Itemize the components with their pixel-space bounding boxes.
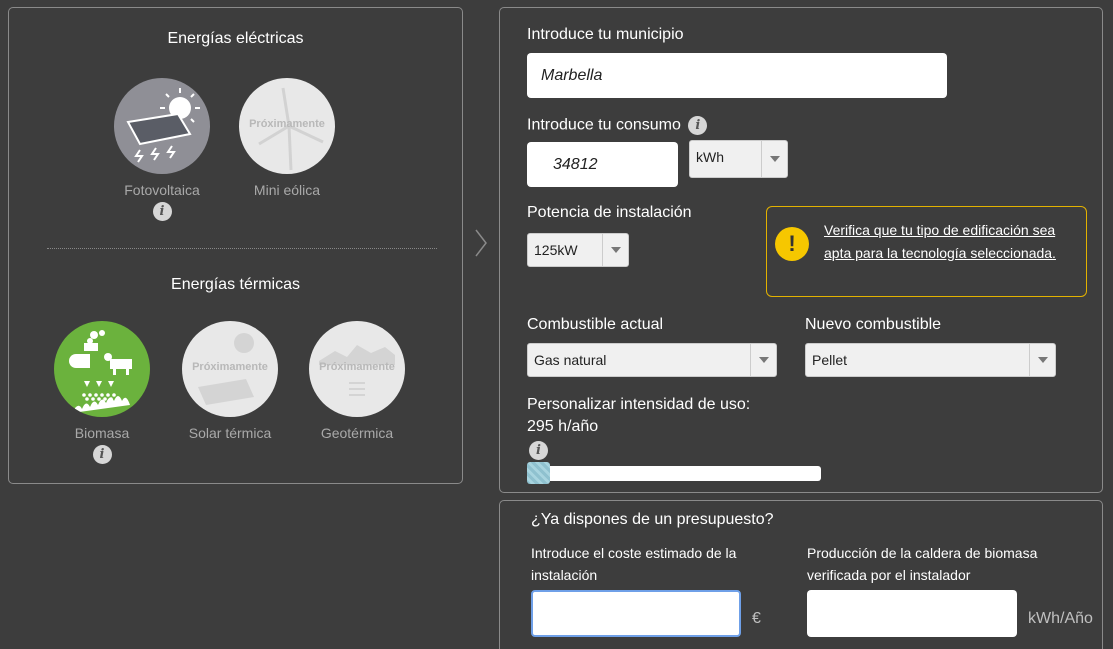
solar-panel-icon[interactable] xyxy=(114,78,210,174)
production-label: Producción de la caldera de biomasa veri… xyxy=(807,545,1038,583)
coming-soon-label: Próximamente xyxy=(192,361,268,373)
geothermal-icon[interactable]: Próximamente xyxy=(309,321,405,417)
building-warning: ! Verifica que tu tipo de edificación se… xyxy=(766,206,1087,297)
consumption-input[interactable]: 34812 xyxy=(527,142,678,187)
current-fuel-select[interactable]: Gas natural xyxy=(527,343,777,377)
budget-question: ¿Ya dispones de un presupuesto? xyxy=(531,511,774,528)
solar-thermal-icon[interactable]: Próximamente xyxy=(182,321,278,417)
chevron-down-icon xyxy=(761,141,787,177)
power-value: 125kW xyxy=(534,242,578,258)
warning-icon: ! xyxy=(775,227,809,261)
cost-label: Introduce el coste estimado de la instal… xyxy=(531,545,737,583)
current-fuel-value: Gas natural xyxy=(534,352,607,368)
new-fuel-label: Nuevo combustible xyxy=(805,316,942,333)
info-icon[interactable]: i xyxy=(152,202,172,221)
chevron-down-icon xyxy=(750,344,776,376)
new-fuel-value: Pellet xyxy=(812,352,848,368)
section-divider xyxy=(47,248,437,249)
chevron-right-icon xyxy=(475,229,487,257)
tech-label-solar-termica: Solar térmica xyxy=(188,425,272,441)
building-warning-link[interactable]: Verifica que tu tipo de edificación sea … xyxy=(824,219,1079,265)
technology-panel: Energías eléctricas Fotovoltaica i Próxi… xyxy=(8,7,463,484)
consumption-unit-value: kWh xyxy=(696,149,724,165)
tech-solar-termica[interactable]: Próximamente Solar térmica xyxy=(180,321,280,441)
thermal-energies-title: Energías térmicas xyxy=(171,276,300,293)
new-fuel-select[interactable]: Pellet xyxy=(805,343,1056,377)
info-icon[interactable]: i xyxy=(529,441,548,460)
intensity-slider-track[interactable] xyxy=(527,466,821,481)
production-unit: kWh/Año xyxy=(1028,610,1093,627)
coming-soon-label: Próximamente xyxy=(249,118,325,130)
cost-unit: € xyxy=(752,610,761,627)
power-select[interactable]: 125kW xyxy=(527,233,629,267)
chevron-down-icon xyxy=(602,234,628,266)
intensity-label: Personalizar intensidad de uso: xyxy=(527,396,751,413)
municipality-label: Introduce tu municipio xyxy=(527,26,684,43)
power-label: Potencia de instalación xyxy=(527,204,692,221)
consumption-unit-select[interactable]: kWh xyxy=(689,140,788,178)
current-fuel-label: Combustible actual xyxy=(527,316,664,333)
tech-geotermica[interactable]: Próximamente Geotérmica xyxy=(307,321,407,441)
tech-label-geotermica: Geotérmica xyxy=(320,425,394,441)
electric-energies-title: Energías eléctricas xyxy=(167,30,304,47)
cost-input[interactable] xyxy=(531,590,741,637)
chevron-down-icon xyxy=(1029,344,1055,376)
tech-mini-eolica[interactable]: Próximamente Mini eólica xyxy=(237,78,337,198)
tech-label-fotovoltaica: Fotovoltaica xyxy=(124,182,200,198)
info-icon[interactable]: i xyxy=(688,116,708,135)
production-input[interactable] xyxy=(807,590,1017,637)
consumption-label-text: Introduce tu consumo xyxy=(527,116,681,134)
tech-label-biomasa: Biomasa xyxy=(74,425,130,441)
intensity-slider-handle[interactable] xyxy=(527,462,550,484)
biomass-icon[interactable] xyxy=(54,321,150,417)
tech-fotovoltaica[interactable]: Fotovoltaica i xyxy=(112,78,212,221)
info-icon[interactable]: i xyxy=(92,445,112,464)
wind-turbine-icon[interactable]: Próximamente xyxy=(239,78,335,174)
intensity-value: 295 h/año xyxy=(527,418,599,435)
coming-soon-label: Próximamente xyxy=(319,361,395,373)
tech-biomasa[interactable]: Biomasa i xyxy=(52,321,152,464)
consumption-label: Introduce tu consumo i xyxy=(527,116,708,135)
tech-label-mini-eolica: Mini eólica xyxy=(253,182,321,198)
municipality-input[interactable]: Marbella xyxy=(527,53,947,98)
